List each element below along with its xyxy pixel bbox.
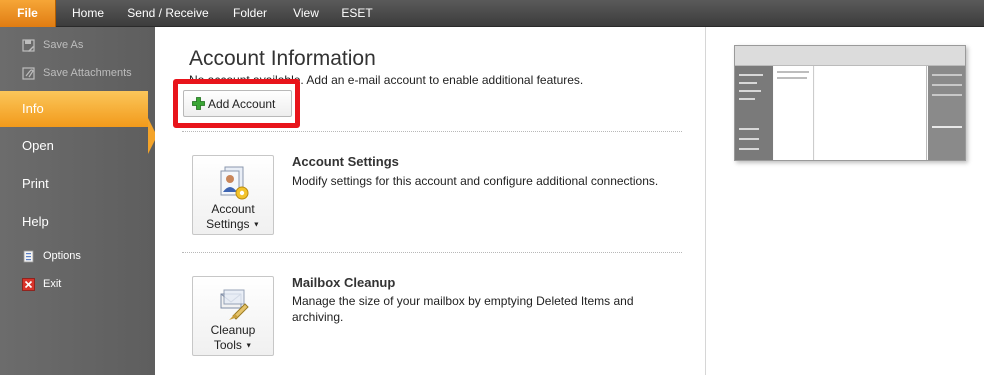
nav-print[interactable]: Print <box>0 166 155 202</box>
nav-open[interactable]: Open <box>0 128 155 164</box>
outlook-window-thumbnail <box>734 45 966 161</box>
tab-send-receive[interactable]: Send / Receive <box>120 0 216 27</box>
tab-eset[interactable]: ESET <box>328 0 386 27</box>
thumbnail-todo-bar <box>928 66 965 160</box>
tab-home[interactable]: Home <box>56 0 120 27</box>
nav-exit-label: Exit <box>43 278 62 290</box>
ribbon-tab-bar: File Home Send / Receive Folder View ESE… <box>0 0 984 27</box>
nav-options-label: Options <box>43 250 81 262</box>
thumbnail-message-list <box>774 66 814 160</box>
separator <box>182 131 682 132</box>
nav-save-attachments-label: Save Attachments <box>43 67 132 79</box>
options-icon <box>23 250 34 262</box>
cleanup-tools-line2: Tools ▼ <box>213 338 253 352</box>
account-settings-line1: Account <box>211 202 255 216</box>
tab-file[interactable]: File <box>0 0 56 27</box>
cleanup-tools-button[interactable]: Cleanup Tools ▼ <box>192 276 274 356</box>
thumbnail-reading-pane <box>815 66 927 160</box>
separator <box>182 252 682 253</box>
nav-save-as[interactable]: Save As <box>22 34 83 56</box>
mailbox-cleanup-title: Mailbox Cleanup <box>292 275 396 290</box>
account-settings-title: Account Settings <box>292 154 399 169</box>
vertical-divider <box>705 27 706 375</box>
nav-info[interactable]: Info <box>0 91 148 127</box>
nav-help[interactable]: Help <box>0 204 155 240</box>
nav-save-attachments[interactable]: Save Attachments <box>22 62 132 84</box>
save-attachments-icon <box>22 66 35 80</box>
highlight-box <box>173 79 300 128</box>
nav-exit[interactable]: Exit <box>22 273 61 295</box>
account-settings-desc: Modify settings for this account and con… <box>292 174 659 188</box>
account-settings-button[interactable]: Account Settings ▼ <box>192 155 274 235</box>
account-info-panel: Account Information No account available… <box>155 27 984 375</box>
thumbnail-ribbon <box>735 46 965 66</box>
tab-view[interactable]: View <box>284 0 328 27</box>
account-settings-line2: Settings ▼ <box>206 217 260 231</box>
nav-save-as-label: Save As <box>43 39 84 51</box>
account-settings-icon <box>220 166 249 200</box>
thumbnail-folder-pane <box>735 66 773 160</box>
save-as-icon <box>22 38 35 52</box>
tab-folder[interactable]: Folder <box>216 0 284 27</box>
cleanup-tools-icon <box>220 289 249 320</box>
chevron-down-icon: ▼ <box>245 342 253 350</box>
nav-options[interactable]: Options <box>22 245 81 267</box>
chevron-down-icon: ▼ <box>252 221 260 229</box>
backstage-nav: Save As Save Attachments Info Open Print… <box>0 27 157 375</box>
page-title: Account Information <box>189 47 376 70</box>
cleanup-tools-line1: Cleanup <box>210 323 256 337</box>
mailbox-cleanup-desc: Manage the size of your mailbox by empty… <box>292 294 634 324</box>
close-icon <box>22 277 35 291</box>
